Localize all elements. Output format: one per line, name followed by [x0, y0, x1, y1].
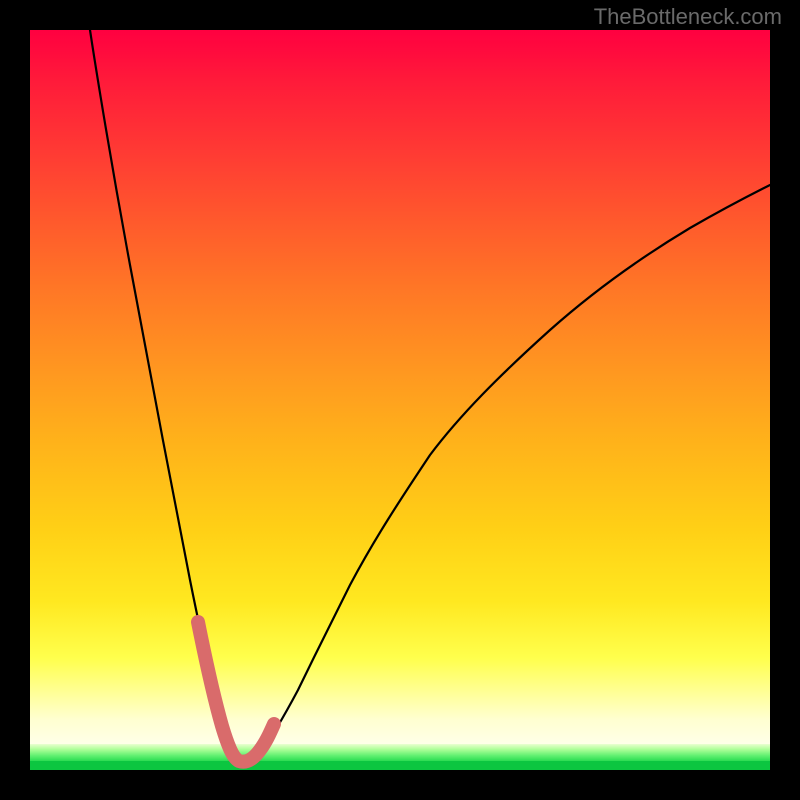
highlight-segment	[198, 622, 274, 762]
bottleneck-curve	[90, 30, 770, 763]
plot-area	[30, 30, 770, 770]
curve-layer	[30, 30, 770, 770]
watermark-text: TheBottleneck.com	[594, 4, 782, 30]
chart-frame: TheBottleneck.com	[0, 0, 800, 800]
